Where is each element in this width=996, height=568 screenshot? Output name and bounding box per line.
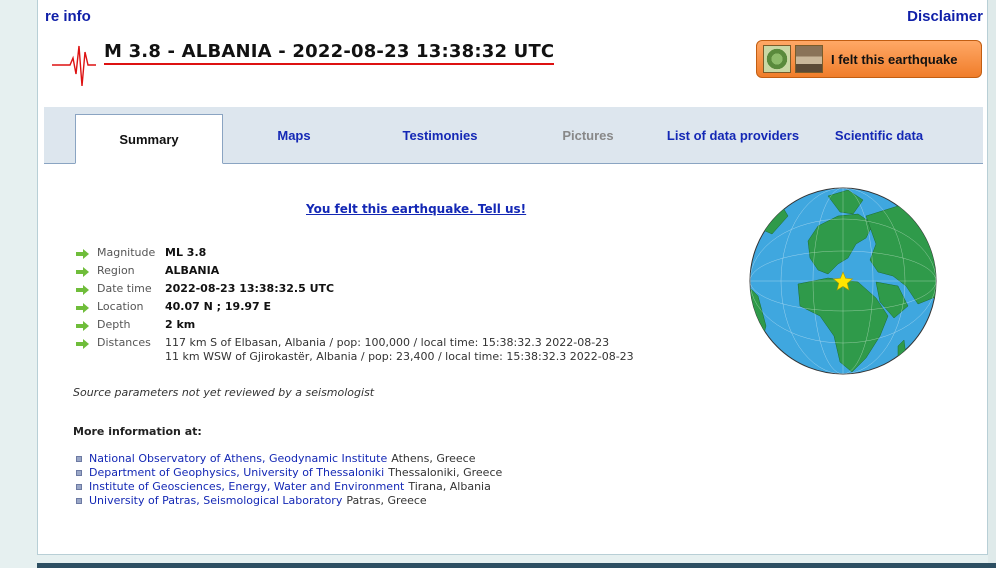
list-item: University of Patras, Seismological Labo… xyxy=(76,494,502,508)
green-arrow-icon xyxy=(76,303,90,313)
link-upatras[interactable]: University of Patras, Seismological Labo… xyxy=(89,494,342,508)
tab-testimonies[interactable]: Testimonies xyxy=(366,107,514,163)
felt-map-thumbnail xyxy=(763,45,791,73)
tab-data-providers[interactable]: List of data providers xyxy=(666,107,800,163)
param-location: Location 40.07 N ; 19.97 E xyxy=(76,300,634,318)
param-magnitude: Magnitude ML 3.8 xyxy=(76,246,634,264)
link-auth-thessaloniki[interactable]: Department of Geophysics, University of … xyxy=(89,466,384,480)
felt-earthquake-button[interactable]: I felt this earthquake xyxy=(756,40,982,78)
list-item: Institute of Geosciences, Energy, Water … xyxy=(76,480,502,494)
tab-scientific-data[interactable]: Scientific data xyxy=(804,107,954,163)
square-bullet-icon xyxy=(76,456,82,462)
tab-pictures: Pictures xyxy=(562,127,614,143)
more-info-links: National Observatory of Athens, Geodynam… xyxy=(76,452,502,508)
felt-photo-thumbnail xyxy=(795,45,823,73)
tab-maps[interactable]: Maps xyxy=(224,107,364,163)
square-bullet-icon xyxy=(76,470,82,476)
green-arrow-icon xyxy=(76,249,90,259)
tab-bar: Summary Maps Testimonies Pictures List o… xyxy=(44,107,983,164)
seismogram-icon xyxy=(52,45,96,87)
disclaimer-link[interactable]: Disclaimer xyxy=(907,8,983,25)
green-arrow-icon xyxy=(76,267,90,277)
parameters-list: Magnitude ML 3.8 Region ALBANIA Date tim… xyxy=(76,246,634,366)
square-bullet-icon xyxy=(76,498,82,504)
param-distances: Distances 117 km S of Elbasan, Albania /… xyxy=(76,336,634,366)
link-igewe-tirana[interactable]: Institute of Geosciences, Energy, Water … xyxy=(89,480,404,494)
tab-summary[interactable]: Summary xyxy=(75,114,223,164)
green-arrow-icon xyxy=(76,339,90,349)
more-info-link[interactable]: re info xyxy=(45,8,91,25)
felt-button-label: I felt this earthquake xyxy=(831,51,958,67)
globe-map[interactable] xyxy=(748,186,938,376)
green-arrow-icon xyxy=(76,285,90,295)
page-edge xyxy=(988,0,996,568)
green-arrow-icon xyxy=(76,321,90,331)
square-bullet-icon xyxy=(76,484,82,490)
page-title: M 3.8 - ALBANIA - 2022-08-23 13:38:32 UT… xyxy=(104,41,555,65)
list-item: Department of Geophysics, University of … xyxy=(76,466,502,480)
param-datetime: Date time 2022-08-23 13:38:32.5 UTC xyxy=(76,282,634,300)
footer-bar xyxy=(37,563,996,568)
param-region: Region ALBANIA xyxy=(76,264,634,282)
felt-tell-us-link[interactable]: You felt this earthquake. Tell us! xyxy=(306,202,526,216)
link-noa-athens[interactable]: National Observatory of Athens, Geodynam… xyxy=(89,452,387,466)
list-item: National Observatory of Athens, Geodynam… xyxy=(76,452,502,466)
more-info-heading: More information at: xyxy=(73,425,202,438)
param-depth: Depth 2 km xyxy=(76,318,634,336)
content-frame: re info Disclaimer M 3.8 - ALBANIA - 202… xyxy=(37,0,988,555)
source-note: Source parameters not yet reviewed by a … xyxy=(73,386,375,399)
